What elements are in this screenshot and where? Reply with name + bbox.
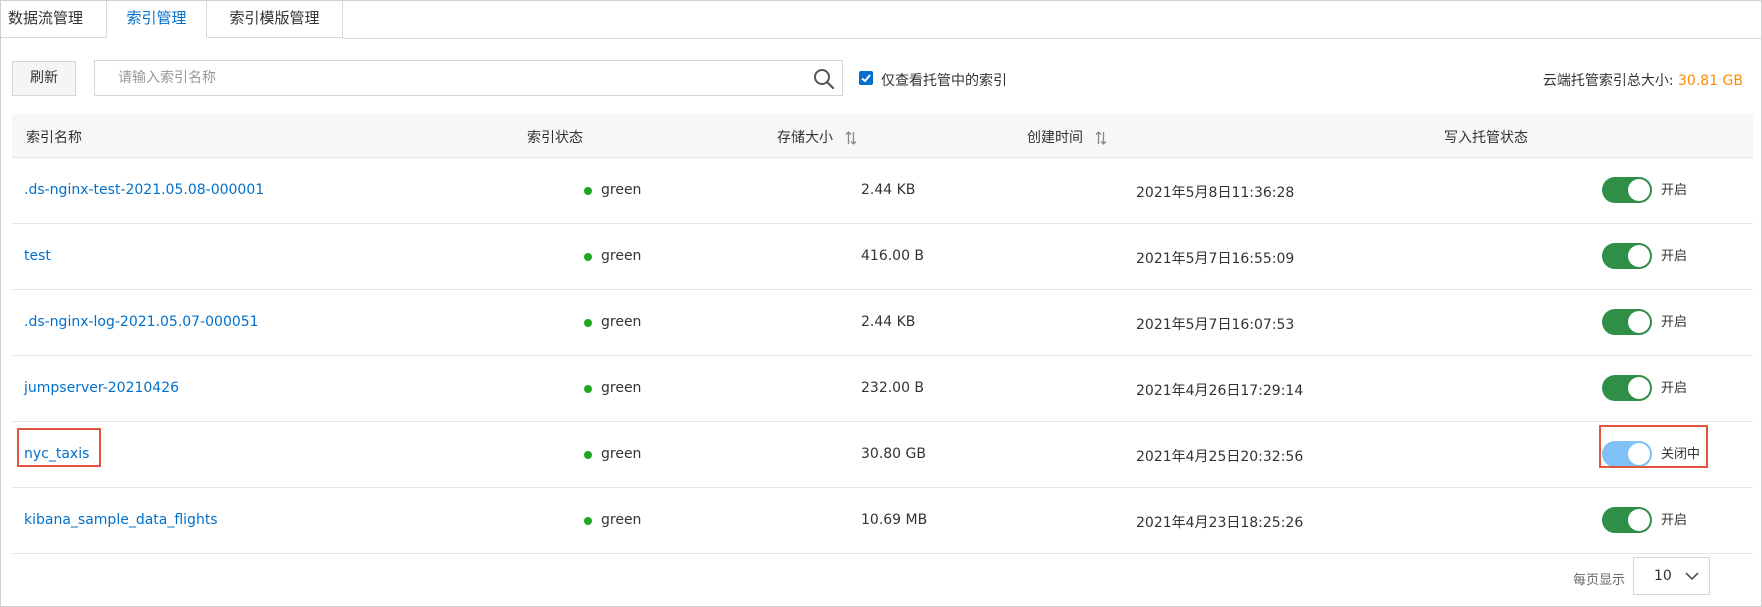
storage-size: 30.80 GB [861,446,926,462]
created-time: 2021年4月23日18:25:26 [1136,515,1304,531]
tab-bar: 数据流管理 索引管理 索引模版管理 [1,1,343,39]
index-management-panel: 数据流管理 索引管理 索引模版管理 刷新 仅查看托管中的索引 云端托管索引总大小… [0,0,1762,607]
highlight-box-toggle [1599,425,1708,468]
header-created-time-label: 创建时间 [1027,130,1083,146]
created-time: 2021年5月7日16:55:09 [1136,251,1295,267]
status-dot [584,385,592,393]
toggle-knob [1628,509,1650,531]
sort-icon[interactable] [1095,131,1107,145]
toggle-label: 开启 [1661,513,1688,528]
search-input[interactable] [95,61,798,95]
header-created-time[interactable]: 创建时间 [1027,127,1107,147]
status-dot [584,517,592,525]
index-name-link[interactable]: jumpserver-20210426 [24,380,179,396]
status-dot [584,187,592,195]
storage-size: 232.00 B [861,380,925,396]
refresh-button[interactable]: 刷新 [12,61,76,96]
chevron-down-icon [1685,572,1699,581]
index-name-link[interactable]: .ds-nginx-log-2021.05.07-000051 [24,314,259,330]
created-time: 2021年4月26日17:29:14 [1136,383,1304,399]
index-name-link[interactable]: test [24,248,51,264]
index-status: green [601,182,642,198]
table-row: nyc_taxis green 30.80 GB 2021年4月25日20:32… [12,422,1753,488]
table-row: kibana_sample_data_flights green 10.69 M… [12,488,1753,554]
index-status: green [601,380,642,396]
page-size-value: 10 [1654,568,1672,584]
toggle-label: 开启 [1661,249,1688,264]
header-index-status: 索引状态 [527,130,583,146]
write-managed-toggle[interactable] [1602,507,1652,533]
table-row: .ds-nginx-log-2021.05.07-000051 green 2.… [12,290,1753,356]
tab-index-template[interactable]: 索引模版管理 [207,1,343,38]
total-managed-size: 云端托管索引总大小: 30.81 GB [1543,70,1743,90]
tab-divider [343,38,1762,39]
toggle-knob [1628,377,1650,399]
sort-icon[interactable] [845,131,857,145]
status-dot [584,253,592,261]
index-name-link[interactable]: .ds-nginx-test-2021.05.08-000001 [24,182,264,198]
status-dot [584,319,592,327]
index-name-link[interactable]: kibana_sample_data_flights [24,512,218,528]
header-index-name: 索引名称 [26,130,82,146]
toggle-knob [1628,311,1650,333]
total-size-value: 30.81 GB [1678,73,1743,89]
toggle-knob [1628,245,1650,267]
tab-data-stream[interactable]: 数据流管理 [1,1,106,38]
storage-size: 416.00 B [861,248,925,264]
header-write-managed-status: 写入托管状态 [1444,130,1528,146]
status-dot [584,451,592,459]
table-row: .ds-nginx-test-2021.05.08-000001 green 2… [12,158,1753,224]
table-row: test green 416.00 B 2021年5月7日16:55:09 开启 [12,224,1753,290]
write-managed-toggle[interactable] [1602,375,1652,401]
table-header: 索引名称 索引状态 存储大小 创建时间 写入托管状态 [12,114,1753,158]
search-box [94,60,843,96]
index-status: green [601,248,642,264]
write-managed-toggle[interactable] [1602,309,1652,335]
write-managed-toggle[interactable] [1602,177,1652,203]
table-row: jumpserver-20210426 green 232.00 B 2021年… [12,356,1753,422]
checkmark-icon [861,74,871,83]
toggle-label: 开启 [1661,183,1688,198]
managed-only-label[interactable]: 仅查看托管中的索引 [881,70,1007,90]
created-time: 2021年5月8日11:36:28 [1136,185,1295,201]
index-status: green [601,512,642,528]
page-size-label: 每页显示 [1573,573,1626,588]
highlight-box-index-name [17,428,101,467]
storage-size: 2.44 KB [861,314,916,330]
created-time: 2021年4月25日20:32:56 [1136,449,1304,465]
tab-index-management[interactable]: 索引管理 [106,1,207,38]
header-storage-size[interactable]: 存储大小 [777,127,857,147]
storage-size: 2.44 KB [861,182,916,198]
page-size-select[interactable]: 10 [1633,557,1710,595]
index-status: green [601,314,642,330]
header-storage-size-label: 存储大小 [777,130,833,146]
search-icon[interactable] [812,67,836,91]
toggle-knob [1628,179,1650,201]
toggle-label: 开启 [1661,381,1688,396]
write-managed-toggle[interactable] [1602,243,1652,269]
index-status: green [601,446,642,462]
total-size-label: 云端托管索引总大小: [1542,73,1674,89]
toggle-label: 开启 [1661,315,1688,330]
created-time: 2021年5月7日16:07:53 [1136,317,1295,333]
storage-size: 10.69 MB [861,512,928,528]
managed-only-checkbox[interactable] [859,71,873,85]
